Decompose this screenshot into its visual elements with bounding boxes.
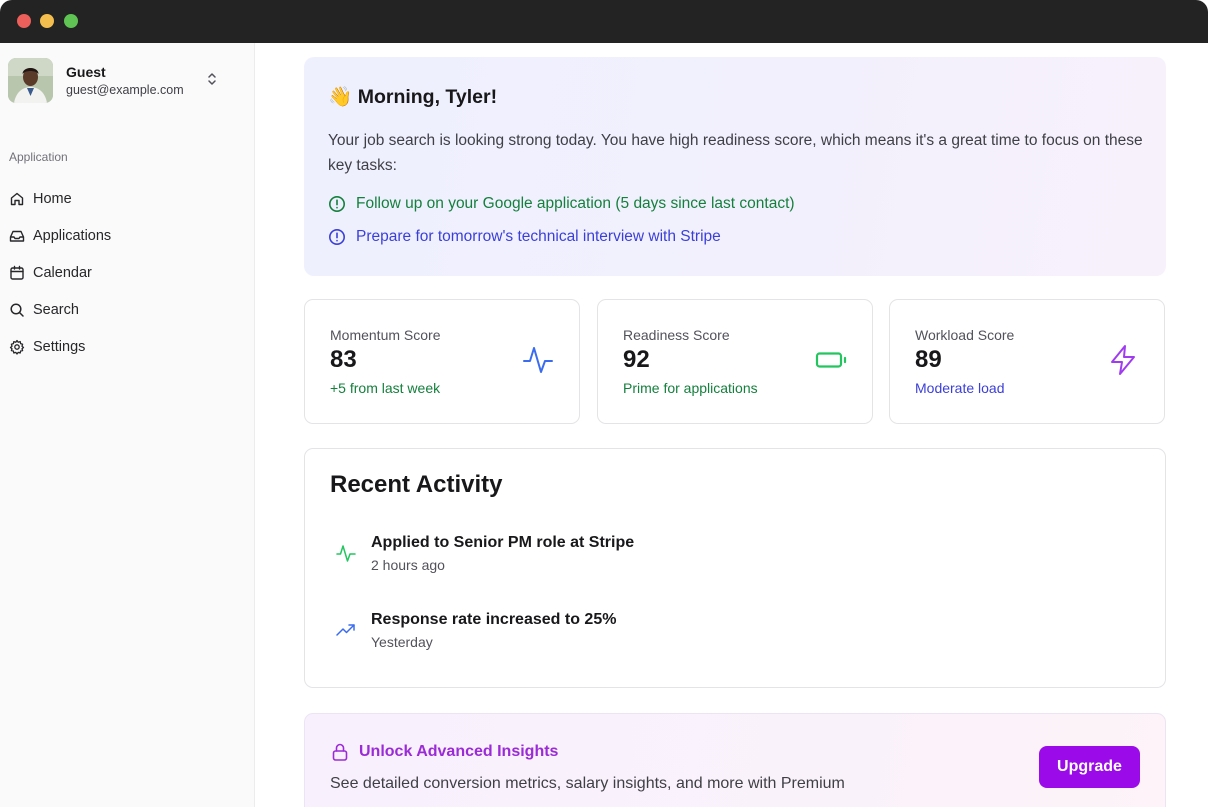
sidebar-item-search[interactable]: Search — [0, 295, 240, 325]
minimize-window-button[interactable] — [40, 14, 54, 28]
score-value: 83 — [330, 346, 357, 373]
activity-icon — [335, 542, 357, 564]
alert-circle-icon — [328, 228, 346, 246]
greeting-text: Morning, Tyler! — [357, 86, 498, 108]
score-label: Readiness Score — [623, 327, 730, 343]
task-text: Follow up on your Google application (5 … — [356, 195, 795, 212]
close-window-button[interactable] — [17, 14, 31, 28]
sidebar-item-label: Calendar — [33, 265, 92, 281]
activity-text: Applied to Senior PM role at Stripe — [371, 534, 635, 551]
score-label: Momentum Score — [330, 327, 441, 343]
upsell-heading: Unlock Advanced Insights — [330, 742, 558, 762]
home-icon — [9, 191, 25, 207]
score-value: 92 — [623, 346, 650, 373]
sidebar: Guest guest@example.com Application Home… — [0, 43, 255, 807]
task-prepare-interview-stripe[interactable]: Prepare for tomorrow's technical intervi… — [328, 228, 721, 246]
calendar-icon — [9, 265, 25, 281]
task-follow-up-google[interactable]: Follow up on your Google application (5 … — [328, 195, 795, 213]
trending-up-icon — [335, 619, 357, 641]
sidebar-item-label: Search — [33, 302, 79, 318]
chevron-up-down-icon[interactable] — [203, 70, 221, 88]
activity-text: Response rate increased to 25% — [371, 611, 617, 628]
score-subtext: Moderate load — [915, 380, 1005, 396]
app-window: Guest guest@example.com Application Home… — [0, 0, 1208, 807]
sidebar-item-label: Applications — [33, 228, 112, 244]
readiness-score-card: Readiness Score 92 Prime for application… — [597, 299, 873, 424]
waving-hand-emoji: 👋 — [328, 86, 353, 108]
sidebar-item-applications[interactable]: Applications — [0, 221, 240, 251]
alert-circle-icon — [328, 195, 346, 213]
premium-upsell-card: Unlock Advanced Insights See detailed co… — [304, 713, 1166, 807]
zap-icon — [1107, 344, 1139, 376]
upsell-title-text: Unlock Advanced Insights — [359, 743, 559, 760]
greeting-heading: 👋 Morning, Tyler! — [328, 85, 497, 109]
user-email: guest@example.com — [66, 83, 184, 97]
sidebar-section-label: Application — [9, 150, 68, 164]
activity-time: 2 hours ago — [371, 557, 445, 573]
workload-score-card: Workload Score 89 Moderate load — [889, 299, 1165, 424]
battery-icon — [815, 344, 847, 376]
avatar — [8, 58, 53, 103]
sidebar-item-calendar[interactable]: Calendar — [0, 258, 240, 288]
activity-item[interactable]: Applied to Senior PM role at Stripe 2 ho… — [335, 534, 1035, 580]
activity-item[interactable]: Response rate increased to 25% Yesterday — [335, 611, 1035, 657]
search-icon — [9, 302, 25, 318]
sidebar-item-settings[interactable]: Settings — [0, 332, 240, 362]
sidebar-item-label: Home — [33, 191, 72, 207]
user-name: Guest — [66, 64, 106, 80]
score-value: 89 — [915, 346, 942, 373]
inbox-icon — [9, 228, 25, 244]
momentum-score-card: Momentum Score 83 +5 from last week — [304, 299, 580, 424]
recent-activity-heading: Recent Activity — [330, 471, 503, 498]
sidebar-item-home[interactable]: Home — [0, 184, 240, 214]
welcome-card: 👋 Morning, Tyler! Your job search is loo… — [304, 57, 1166, 276]
main-content: 👋 Morning, Tyler! Your job search is loo… — [256, 43, 1208, 807]
recent-activity-card: Recent Activity Applied to Senior PM rol… — [304, 448, 1166, 688]
gear-icon — [9, 339, 25, 355]
activity-time: Yesterday — [371, 634, 433, 650]
activity-icon — [522, 344, 554, 376]
score-subtext: +5 from last week — [330, 380, 441, 396]
title-bar — [0, 0, 1208, 43]
upsell-description: See detailed conversion metrics, salary … — [330, 775, 845, 792]
upgrade-button[interactable]: Upgrade — [1039, 746, 1140, 788]
maximize-window-button[interactable] — [64, 14, 78, 28]
sidebar-item-label: Settings — [33, 339, 86, 355]
lock-icon — [330, 742, 350, 762]
task-text: Prepare for tomorrow's technical intervi… — [356, 228, 721, 245]
welcome-message: Your job search is looking strong today.… — [328, 132, 1143, 174]
score-subtext: Prime for applications — [623, 380, 758, 396]
score-label: Workload Score — [915, 327, 1015, 343]
